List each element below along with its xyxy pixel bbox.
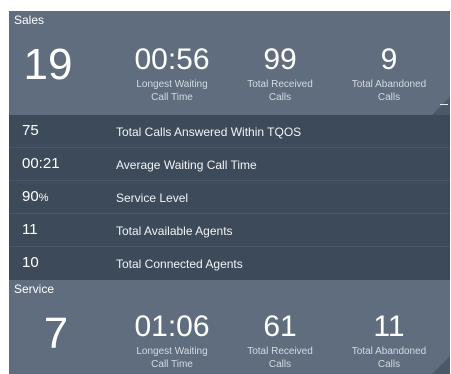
expand-corner-icon[interactable] [432,356,450,374]
stat-value: 99 [263,43,297,76]
stat-label-line1: Total Received [247,346,313,357]
detail-row: 00:21 Average Waiting Call Time [9,148,450,181]
stat-label-line2: Calls [377,92,401,103]
queue-name: Service [14,282,55,296]
detail-row: 11 Total Available Agents [9,214,450,247]
longest-waiting-stat: 01:06 Longest Waiting Call Time [117,312,227,371]
detail-value: 10 [22,254,39,271]
stat-label-line2: Call Time [151,92,193,103]
queued-calls-count: 7 [43,309,69,358]
service-queue-panel[interactable]: Service 7 01:06 Longest Waiting Call Tim… [9,280,450,374]
detail-row: 75 Total Calls Answered Within TQOS [9,115,450,148]
stat-label-line2: Call Time [151,359,193,370]
sales-queue-panel[interactable]: Sales 19 00:56 Longest Waiting Call Time… [9,11,450,115]
longest-waiting-stat: 00:56 Longest Waiting Call Time [117,45,227,104]
total-received-stat: 99 Total Received Calls [225,45,335,104]
total-abandoned-stat: 9 Total Abandoned Calls [334,45,444,104]
stat-value: 00:56 [134,43,210,76]
detail-label: Total Available Agents [116,224,233,238]
stat-value: 11 [373,310,405,343]
queued-calls-count: 19 [23,40,73,89]
stat-label-line1: Total Abandoned [351,346,427,357]
total-received-stat: 61 Total Received Calls [225,312,335,371]
detail-value: 75 [22,122,39,139]
stat-label-line1: Longest Waiting [136,79,208,90]
expand-corner-icon[interactable] [432,97,450,115]
stat-label-line2: Calls [268,359,292,370]
detail-label: Average Waiting Call Time [116,158,257,172]
collapse-dash-icon [440,104,448,105]
stat-value: 9 [380,43,398,76]
queue-name: Sales [14,13,45,27]
stat-label-line1: Longest Waiting [136,346,208,357]
stat-label-line2: Calls [377,359,401,370]
stat-label-line1: Total Abandoned [351,79,427,90]
total-abandoned-stat: 11 Total Abandoned Calls [334,312,444,371]
detail-value: 90% [22,188,49,205]
stat-value: 01:06 [134,310,210,343]
stat-value: 61 [263,310,297,343]
detail-value: 00:21 [22,155,60,172]
detail-label: Total Connected Agents [116,257,243,271]
stat-label-line2: Calls [268,92,292,103]
detail-label: Service Level [116,191,189,205]
detail-row: 10 Total Connected Agents [9,247,450,279]
detail-row: 90% Service Level [9,181,450,214]
detail-value: 11 [22,221,38,238]
stat-label-line1: Total Received [247,79,313,90]
detail-label: Total Calls Answered Within TQOS [116,125,302,139]
sales-details-list: 75 Total Calls Answered Within TQOS 00:2… [9,115,450,280]
